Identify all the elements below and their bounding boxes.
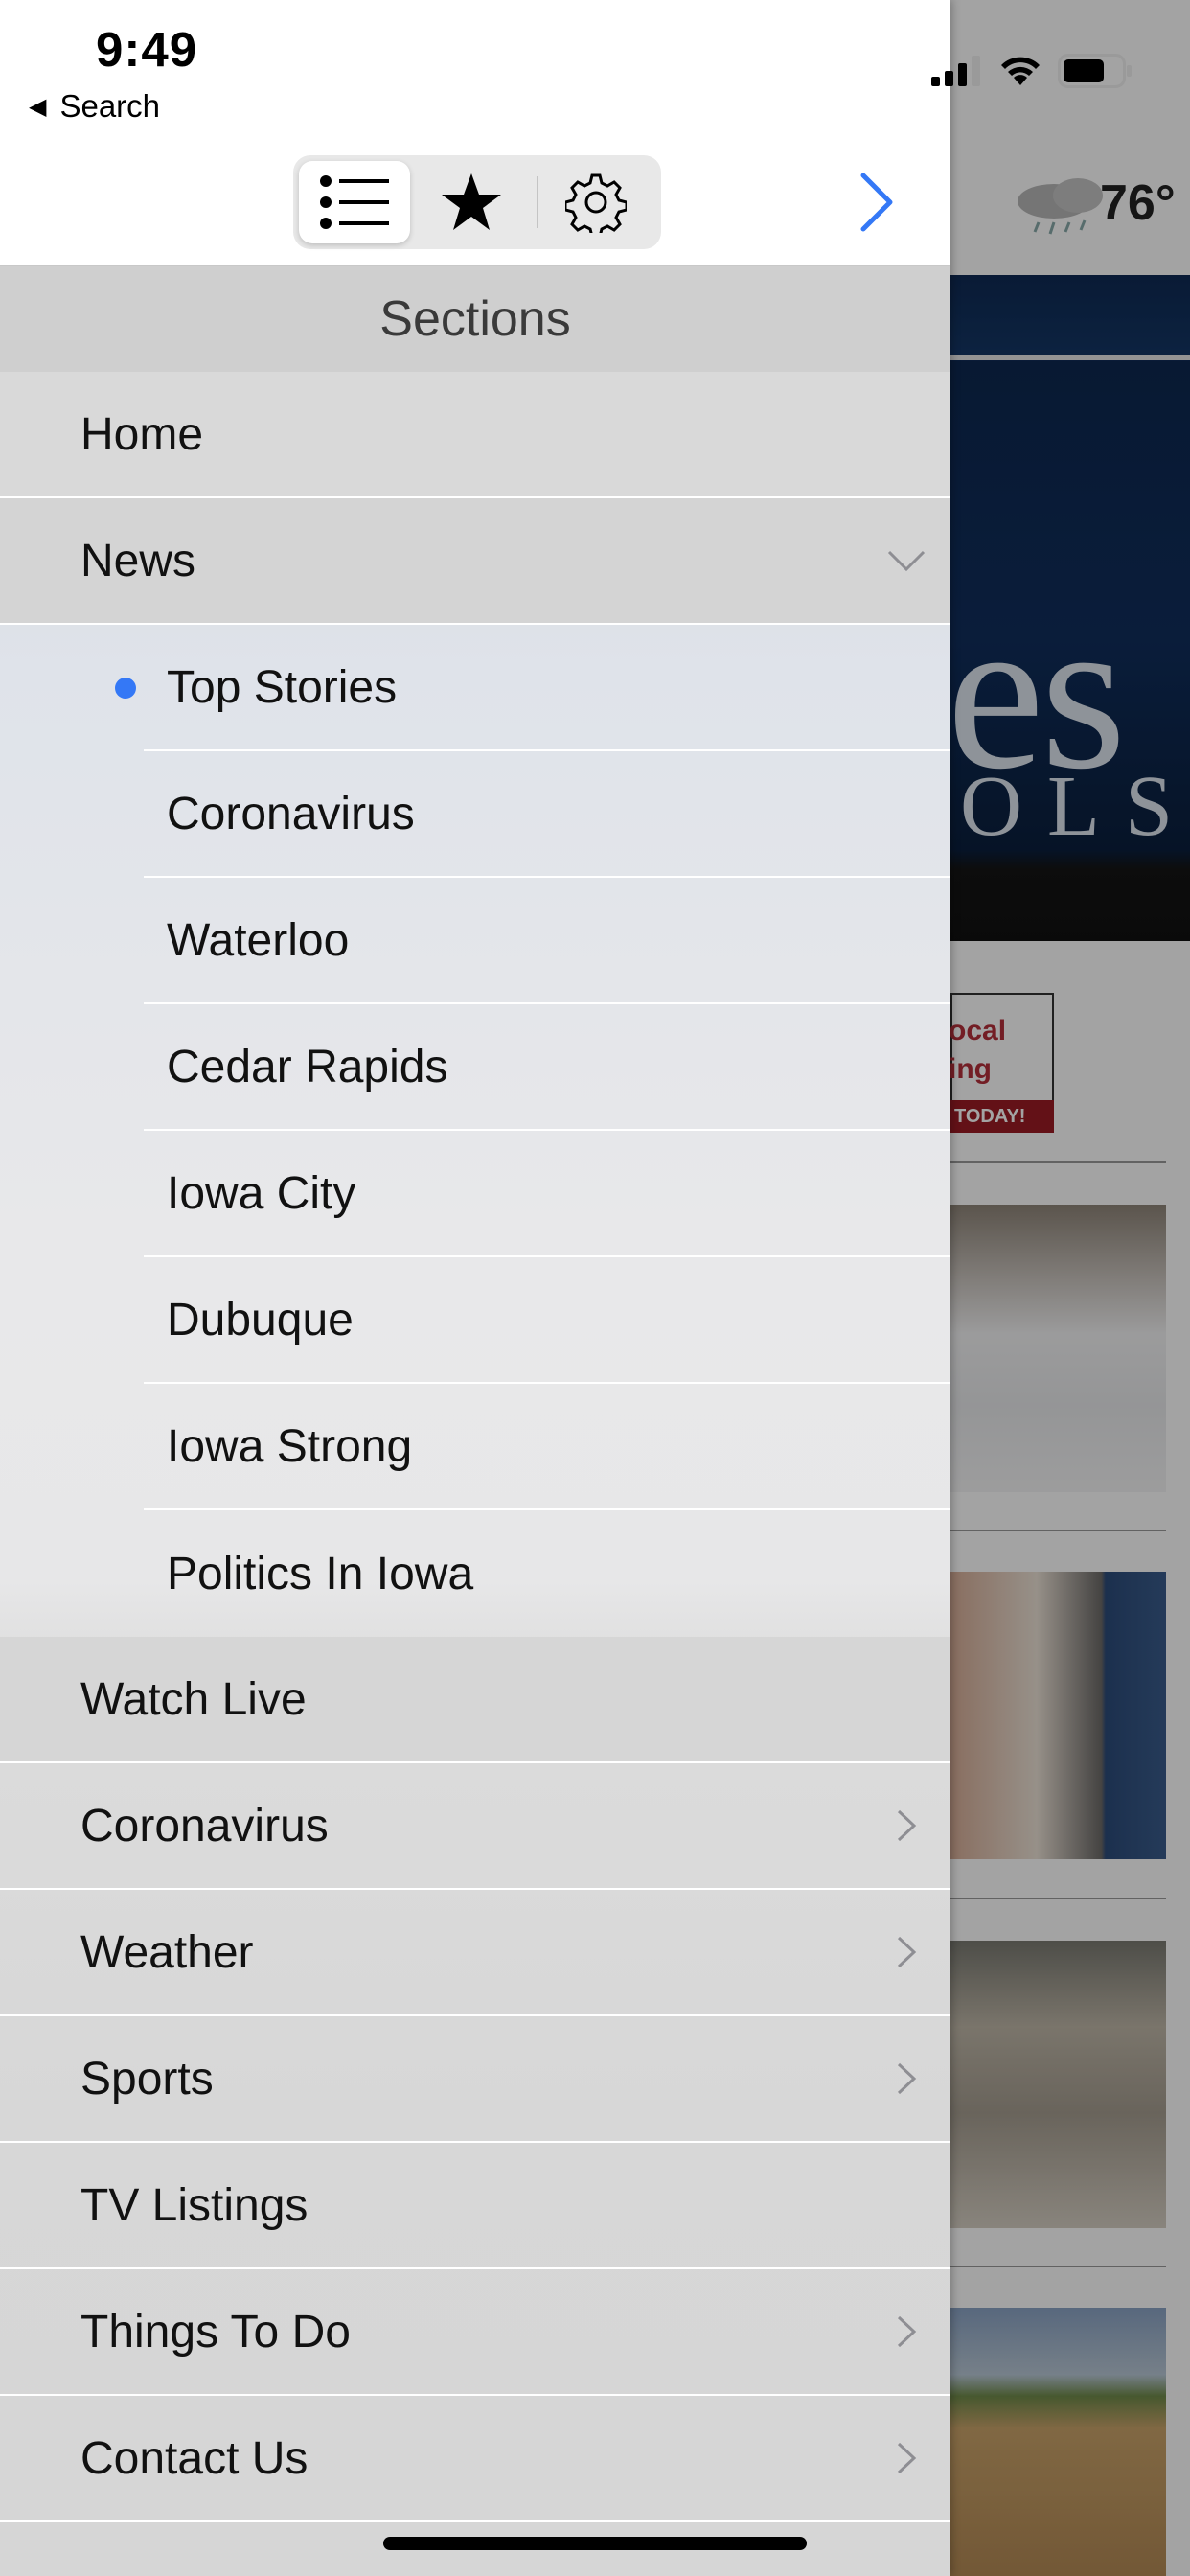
submenu-item-politics-in-iowa[interactable]: Politics In Iowa xyxy=(144,1510,950,1637)
battery-icon xyxy=(1058,54,1132,88)
menu-item-label: News xyxy=(80,535,196,586)
gear-icon xyxy=(565,173,627,233)
forward-button[interactable] xyxy=(853,165,901,240)
submenu-item-label: Iowa City xyxy=(167,1167,356,1219)
submenu-item-label: Cedar Rapids xyxy=(167,1041,448,1092)
back-label: Search xyxy=(59,88,161,124)
list-icon xyxy=(320,175,389,229)
sections-list-tab[interactable] xyxy=(299,161,410,243)
menu-item-label: Watch Live xyxy=(80,1673,307,1725)
menu-item-label: TV Listings xyxy=(80,2179,309,2231)
submenu-item-dubuque[interactable]: Dubuque xyxy=(144,1257,950,1384)
submenu-item-label: Dubuque xyxy=(167,1294,354,1346)
menu-item-things-to-do[interactable]: Things To Do xyxy=(0,2269,950,2396)
wifi-icon xyxy=(1001,57,1040,85)
menu-item-news[interactable]: News xyxy=(0,498,950,625)
chevron-right-icon xyxy=(887,2439,926,2477)
view-segmented-control xyxy=(293,155,661,249)
menu-item-coronavirus[interactable]: Coronavirus xyxy=(0,1763,950,1890)
menu-item-contact-us[interactable]: Contact Us xyxy=(0,2396,950,2522)
submenu-item-cedar-rapids[interactable]: Cedar Rapids xyxy=(144,1004,950,1131)
menu-item-label: Contact Us xyxy=(80,2432,309,2484)
status-icons xyxy=(931,54,1133,88)
submenu-item-iowa-city[interactable]: Iowa City xyxy=(144,1131,950,1257)
cellular-signal-icon xyxy=(931,56,980,86)
star-icon xyxy=(442,173,501,230)
menu-item-label: Sports xyxy=(80,2053,214,2104)
menu-item-home[interactable]: Home xyxy=(0,372,950,498)
submenu-item-waterloo[interactable]: Waterloo xyxy=(144,878,950,1004)
chevron-right-icon xyxy=(860,172,893,232)
status-bar: 9:49 ◀ Search xyxy=(0,0,1190,134)
back-triangle-icon: ◀ xyxy=(29,93,47,120)
menu-item-sports[interactable]: Sports xyxy=(0,2016,950,2143)
menu-item-weather[interactable]: Weather xyxy=(0,1890,950,2016)
submenu-item-coronavirus[interactable]: Coronavirus xyxy=(144,751,950,878)
menu-item-label: Home xyxy=(80,408,204,460)
back-to-search-button[interactable]: ◀ Search xyxy=(29,88,160,125)
favorites-tab[interactable] xyxy=(416,161,527,243)
sections-drawer: Sections Home News Top Stories Coronavir… xyxy=(0,0,950,2576)
submenu-item-label: Politics In Iowa xyxy=(167,1548,474,1599)
submenu-item-label: Coronavirus xyxy=(167,788,415,840)
status-time: 9:49 xyxy=(96,22,198,77)
chevron-right-icon xyxy=(887,2059,926,2098)
settings-tab[interactable] xyxy=(538,161,653,243)
submenu-item-label: Iowa Strong xyxy=(167,1420,413,1472)
sections-header: Sections xyxy=(0,266,950,372)
submenu-item-iowa-strong[interactable]: Iowa Strong xyxy=(144,1384,950,1510)
menu-item-watch-live[interactable]: Watch Live xyxy=(0,1637,950,1763)
chevron-down-icon xyxy=(887,541,926,580)
home-indicator[interactable] xyxy=(383,2537,807,2550)
submenu-item-top-stories[interactable]: Top Stories xyxy=(144,625,950,751)
background-dim-overlay[interactable] xyxy=(950,0,1190,2576)
chevron-right-icon xyxy=(887,2312,926,2351)
chevron-right-icon xyxy=(887,1933,926,1971)
menu-item-label: Coronavirus xyxy=(80,1800,329,1852)
menu-item-label: Weather xyxy=(80,1926,254,1978)
submenu-item-label: Top Stories xyxy=(167,661,398,713)
menu-item-tv-listings[interactable]: TV Listings xyxy=(0,2143,950,2269)
selected-indicator-dot xyxy=(115,678,136,699)
menu-item-label: Things To Do xyxy=(80,2306,351,2358)
chevron-right-icon xyxy=(887,1806,926,1845)
submenu-item-label: Waterloo xyxy=(167,914,350,966)
